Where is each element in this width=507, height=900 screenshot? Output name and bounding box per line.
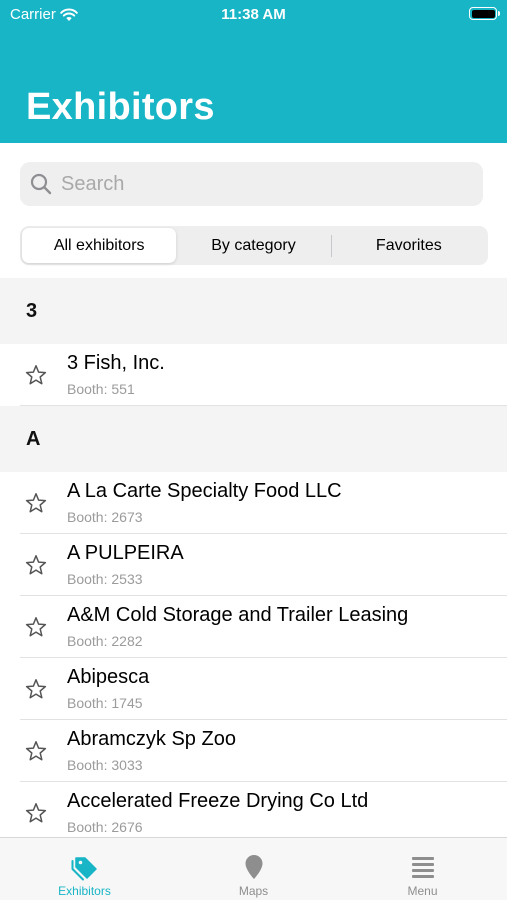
exhibitor-name: Abramczyk Sp Zoo <box>67 728 236 750</box>
star-outline-icon[interactable] <box>24 801 48 825</box>
star-outline-icon[interactable] <box>24 739 48 763</box>
exhibitor-booth: Booth: 2533 <box>67 571 143 587</box>
star-outline-icon[interactable] <box>24 615 48 639</box>
segmented-control: All exhibitors By category Favorites <box>20 226 488 265</box>
segment-by-category[interactable]: By category <box>176 228 330 263</box>
tab-exhibitors[interactable]: Exhibitors <box>0 838 169 900</box>
hamburger-menu-icon <box>411 857 434 878</box>
exhibitor-row[interactable]: A PULPEIRA Booth: 2533 <box>0 534 507 596</box>
section-header: 3 <box>0 278 507 344</box>
tab-menu-label: Menu <box>407 884 438 898</box>
exhibitor-list: 33 Fish, Inc. Booth: 551 A A La Carte Speci… <box>0 278 507 844</box>
exhibitor-booth: Booth: 2673 <box>67 509 143 525</box>
tab-bar: Exhibitors Maps Menu <box>0 837 507 900</box>
exhibitor-name: A PULPEIRA <box>67 542 184 564</box>
exhibitor-name: A La Carte Specialty Food LLC <box>67 480 342 502</box>
segment-all-exhibitors[interactable]: All exhibitors <box>22 228 177 263</box>
tab-maps-label: Maps <box>238 884 269 898</box>
exhibitor-name: 3 Fish, Inc. <box>67 352 165 374</box>
search-input[interactable] <box>61 172 461 196</box>
tab-menu[interactable]: Menu <box>338 838 507 900</box>
star-outline-icon[interactable] <box>24 363 48 387</box>
exhibitor-name: A&M Cold Storage and Trailer Leasing <box>67 604 409 626</box>
star-outline-icon[interactable] <box>24 677 48 701</box>
row-separator <box>20 405 507 406</box>
exhibitor-booth: Booth: 2282 <box>67 633 143 649</box>
exhibitor-booth: Booth: 1745 <box>67 695 143 711</box>
exhibitor-row[interactable]: Abramczyk Sp Zoo Booth: 3033 <box>0 720 507 782</box>
exhibitor-row[interactable]: A&M Cold Storage and Trailer Leasing Boot… <box>0 596 507 658</box>
exhibitor-row[interactable]: A La Carte Specialty Food LLC Booth: 2673 <box>0 472 507 534</box>
map-pin-icon <box>245 855 262 879</box>
star-outline-icon[interactable] <box>24 491 48 515</box>
search-icon <box>30 173 52 195</box>
tab-exhibitors-label: Exhibitors <box>58 884 111 898</box>
exhibitor-name: Accelerated Freeze Drying Co Ltd <box>67 790 369 812</box>
exhibitor-row[interactable]: 3 Fish, Inc. Booth: 551 <box>0 344 507 406</box>
header: Carrier 11:38 AM Exhibitors <box>0 0 507 143</box>
exhibitors-screen: Carrier 11:38 AM Exhibitors All exhibito… <box>0 0 507 900</box>
page-title: Exhibitors <box>26 86 215 128</box>
section-header: A <box>0 406 507 472</box>
exhibitor-row[interactable]: Abipesca Booth: 1745 <box>0 658 507 720</box>
battery-level <box>471 9 495 18</box>
exhibitor-row[interactable]: Accelerated Freeze Drying Co Ltd Booth: 2… <box>0 782 507 844</box>
status-bar: Carrier 11:38 AM <box>0 0 507 28</box>
exhibitor-booth: Booth: 551 <box>67 381 135 397</box>
segment-favorites[interactable]: Favorites <box>332 228 486 263</box>
exhibitor-booth: Booth: 3033 <box>67 757 143 773</box>
tag-icon <box>71 857 97 881</box>
status-time: 11:38 AM <box>221 6 286 23</box>
tab-maps[interactable]: Maps <box>169 838 338 900</box>
exhibitor-booth: Booth: 2676 <box>67 819 143 835</box>
battery-icon <box>469 7 500 20</box>
exhibitor-name: Abipesca <box>67 666 150 688</box>
search-bar[interactable] <box>20 162 483 206</box>
star-outline-icon[interactable] <box>24 553 48 577</box>
